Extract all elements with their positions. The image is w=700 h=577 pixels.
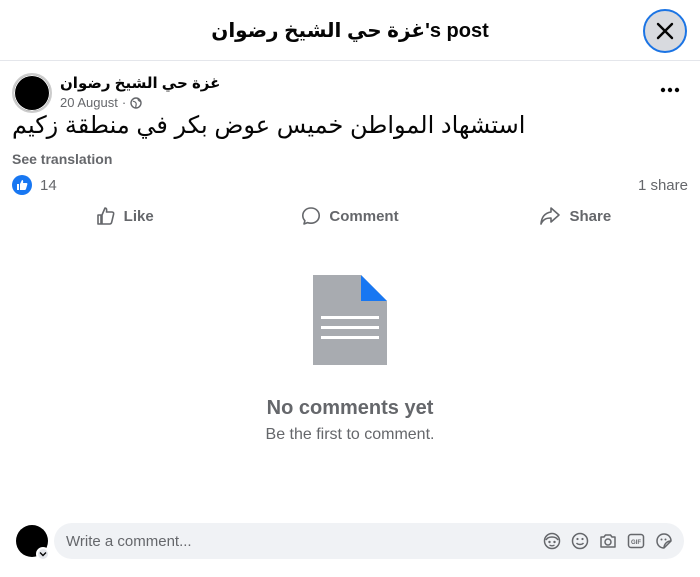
comment-box[interactable]: GIF — [54, 523, 684, 559]
svg-text:GIF: GIF — [631, 540, 641, 546]
author-avatar[interactable] — [12, 73, 52, 113]
comment-icon — [302, 207, 321, 225]
close-icon — [656, 22, 674, 40]
sticker-button[interactable] — [654, 531, 674, 551]
chevron-down-icon — [39, 552, 47, 557]
like-reaction-icon — [12, 175, 32, 195]
profile-switch-badge[interactable] — [36, 547, 50, 561]
comment-button[interactable]: Comment — [237, 200, 462, 232]
author-name[interactable]: غزة حي الشيخ رضوان — [60, 74, 220, 92]
reaction-count: 14 — [40, 176, 57, 194]
reactions-summary[interactable]: 14 — [12, 175, 57, 195]
post-actions: Like Comment Share — [12, 200, 688, 232]
post-text-content: استشهاد المواطن خميس عوض بكر في منطقة زك… — [12, 112, 526, 139]
comment-input[interactable] — [66, 531, 526, 551]
gif-icon: GIF — [627, 533, 645, 549]
gif-button[interactable]: GIF — [626, 531, 646, 551]
empty-subtitle: Be the first to comment. — [265, 426, 435, 443]
avatar-sticker-icon — [543, 532, 561, 550]
post-text: استشهاد المواطن خميس عوض بكر في منطقة زك… — [12, 110, 688, 142]
post-meta: 20 August · — [60, 95, 142, 110]
empty-comments: No comments yet Be the first to comment. — [0, 275, 700, 444]
emoji-icon — [571, 532, 589, 550]
camera-icon — [600, 534, 616, 548]
avatar-sticker-button[interactable] — [542, 531, 562, 551]
post-date[interactable]: 20 August — [60, 95, 118, 110]
like-label: Like — [123, 207, 154, 225]
share-button[interactable]: Share — [463, 200, 688, 232]
comment-label: Comment — [329, 207, 399, 225]
share-label: Share — [569, 207, 612, 225]
like-button[interactable]: Like — [12, 200, 237, 232]
emoji-button[interactable] — [570, 531, 590, 551]
composer-tools: GIF — [542, 531, 674, 551]
share-count[interactable]: 1 share — [638, 177, 688, 194]
share-icon — [540, 207, 561, 225]
more-horizontal-icon — [660, 87, 680, 93]
comment-composer: GIF — [0, 513, 700, 577]
globe-icon — [130, 96, 142, 109]
sticker-icon — [656, 533, 672, 549]
dialog-header: غزة حي الشيخ رضوان's post — [0, 0, 700, 61]
dialog-title: غزة حي الشيخ رضوان's post — [211, 20, 489, 42]
document-icon — [313, 275, 387, 365]
empty-title: No comments yet — [266, 397, 434, 419]
camera-button[interactable] — [598, 531, 618, 551]
close-button[interactable] — [643, 9, 687, 53]
more-options-button[interactable] — [652, 78, 688, 102]
thumbs-up-icon — [96, 207, 115, 225]
see-translation-link[interactable]: See translation — [12, 151, 112, 167]
meta-separator: · — [121, 95, 127, 110]
